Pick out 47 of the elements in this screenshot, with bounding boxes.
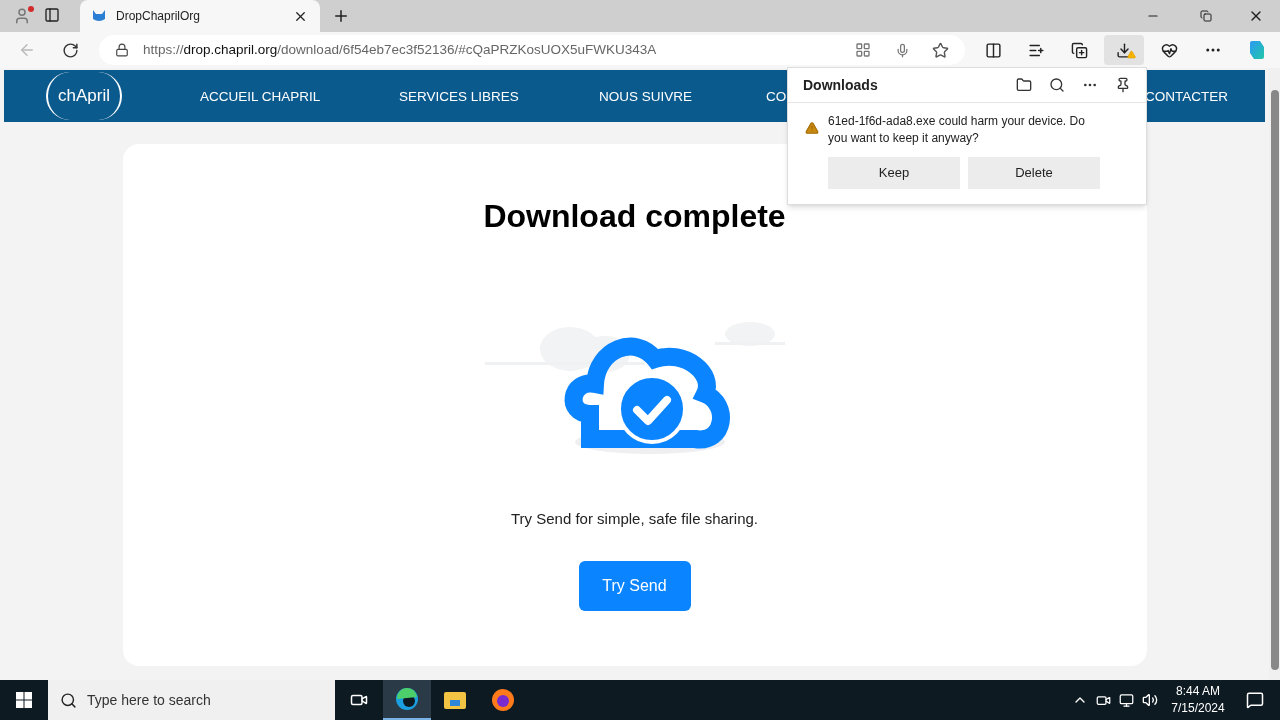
try-send-button[interactable]: Try Send bbox=[578, 560, 691, 611]
nav-link[interactable]: ACCUEIL CHAPRIL bbox=[200, 89, 321, 104]
address-field[interactable]: https://drop.chapril.org/download/6f54eb7ec3f52136/#cQaPRZKosUOX5uFWKU343A bbox=[99, 35, 965, 65]
tab-actions-icon[interactable] bbox=[44, 7, 60, 23]
warning-badge-icon bbox=[1127, 50, 1136, 59]
nav-link[interactable]: NOUS SUIVRE bbox=[599, 89, 693, 104]
lock-icon bbox=[115, 43, 129, 57]
nav-link[interactable]: CONTACTER bbox=[1145, 89, 1228, 104]
tab-title: DropChaprilOrg bbox=[116, 8, 202, 25]
downloads-button[interactable] bbox=[1104, 35, 1144, 65]
notification-icon[interactable] bbox=[1246, 691, 1264, 709]
promo-text: Try Send for simple, safe file sharing. bbox=[510, 509, 758, 529]
clock-time: 8:44 AM bbox=[1176, 683, 1220, 700]
restore-icon[interactable] bbox=[1200, 10, 1212, 22]
warning-icon bbox=[805, 121, 819, 135]
apps-icon[interactable] bbox=[855, 42, 871, 58]
volume-icon[interactable] bbox=[1142, 692, 1158, 708]
profile-icon[interactable] bbox=[13, 7, 31, 25]
search-placeholder: Type here to search bbox=[87, 690, 211, 710]
panel-title: Downloads bbox=[803, 75, 879, 95]
pin-icon[interactable] bbox=[1115, 77, 1131, 93]
cat-favicon bbox=[92, 9, 106, 23]
nav-link[interactable]: CO bbox=[766, 89, 787, 104]
browser-tab[interactable]: DropChaprilOrg bbox=[80, 0, 320, 32]
windows-start-icon[interactable] bbox=[16, 692, 32, 708]
new-tab-icon[interactable] bbox=[332, 7, 350, 25]
favorite-star-icon[interactable] bbox=[932, 41, 949, 59]
search-icon[interactable] bbox=[1049, 77, 1065, 93]
nav-link[interactable]: SERVICES LIBRES bbox=[399, 89, 519, 104]
reload-icon[interactable] bbox=[62, 41, 79, 59]
page-heading: Download complete bbox=[483, 197, 786, 236]
search-icon bbox=[60, 691, 77, 709]
folder-icon[interactable] bbox=[1016, 77, 1032, 93]
url-text: https://drop.chapril.org/download/6f54eb7ec3f52136/#cQaPRZKosUOX5uFWKU343A bbox=[143, 40, 657, 59]
delete-button[interactable]: Delete bbox=[968, 157, 1100, 189]
file-explorer-icon[interactable] bbox=[443, 689, 467, 711]
chapril-logo[interactable]: chApril bbox=[46, 72, 122, 120]
collections-icon[interactable] bbox=[1071, 41, 1088, 59]
browser-app-icon[interactable] bbox=[395, 687, 419, 711]
network-icon[interactable] bbox=[1119, 692, 1134, 708]
clock-date: 7/15/2024 bbox=[1171, 700, 1225, 717]
keep-button[interactable]: Keep bbox=[828, 157, 960, 189]
split-screen-icon[interactable] bbox=[985, 41, 1002, 59]
heart-pulse-icon[interactable] bbox=[1161, 41, 1178, 59]
firefox-icon[interactable] bbox=[491, 688, 515, 712]
warning-text: 61ed-1f6d-ada8.exe could harm your device. Do you want to keep it anyway? bbox=[828, 113, 1086, 147]
taskbar-search-field[interactable]: Type here to search bbox=[48, 680, 335, 720]
